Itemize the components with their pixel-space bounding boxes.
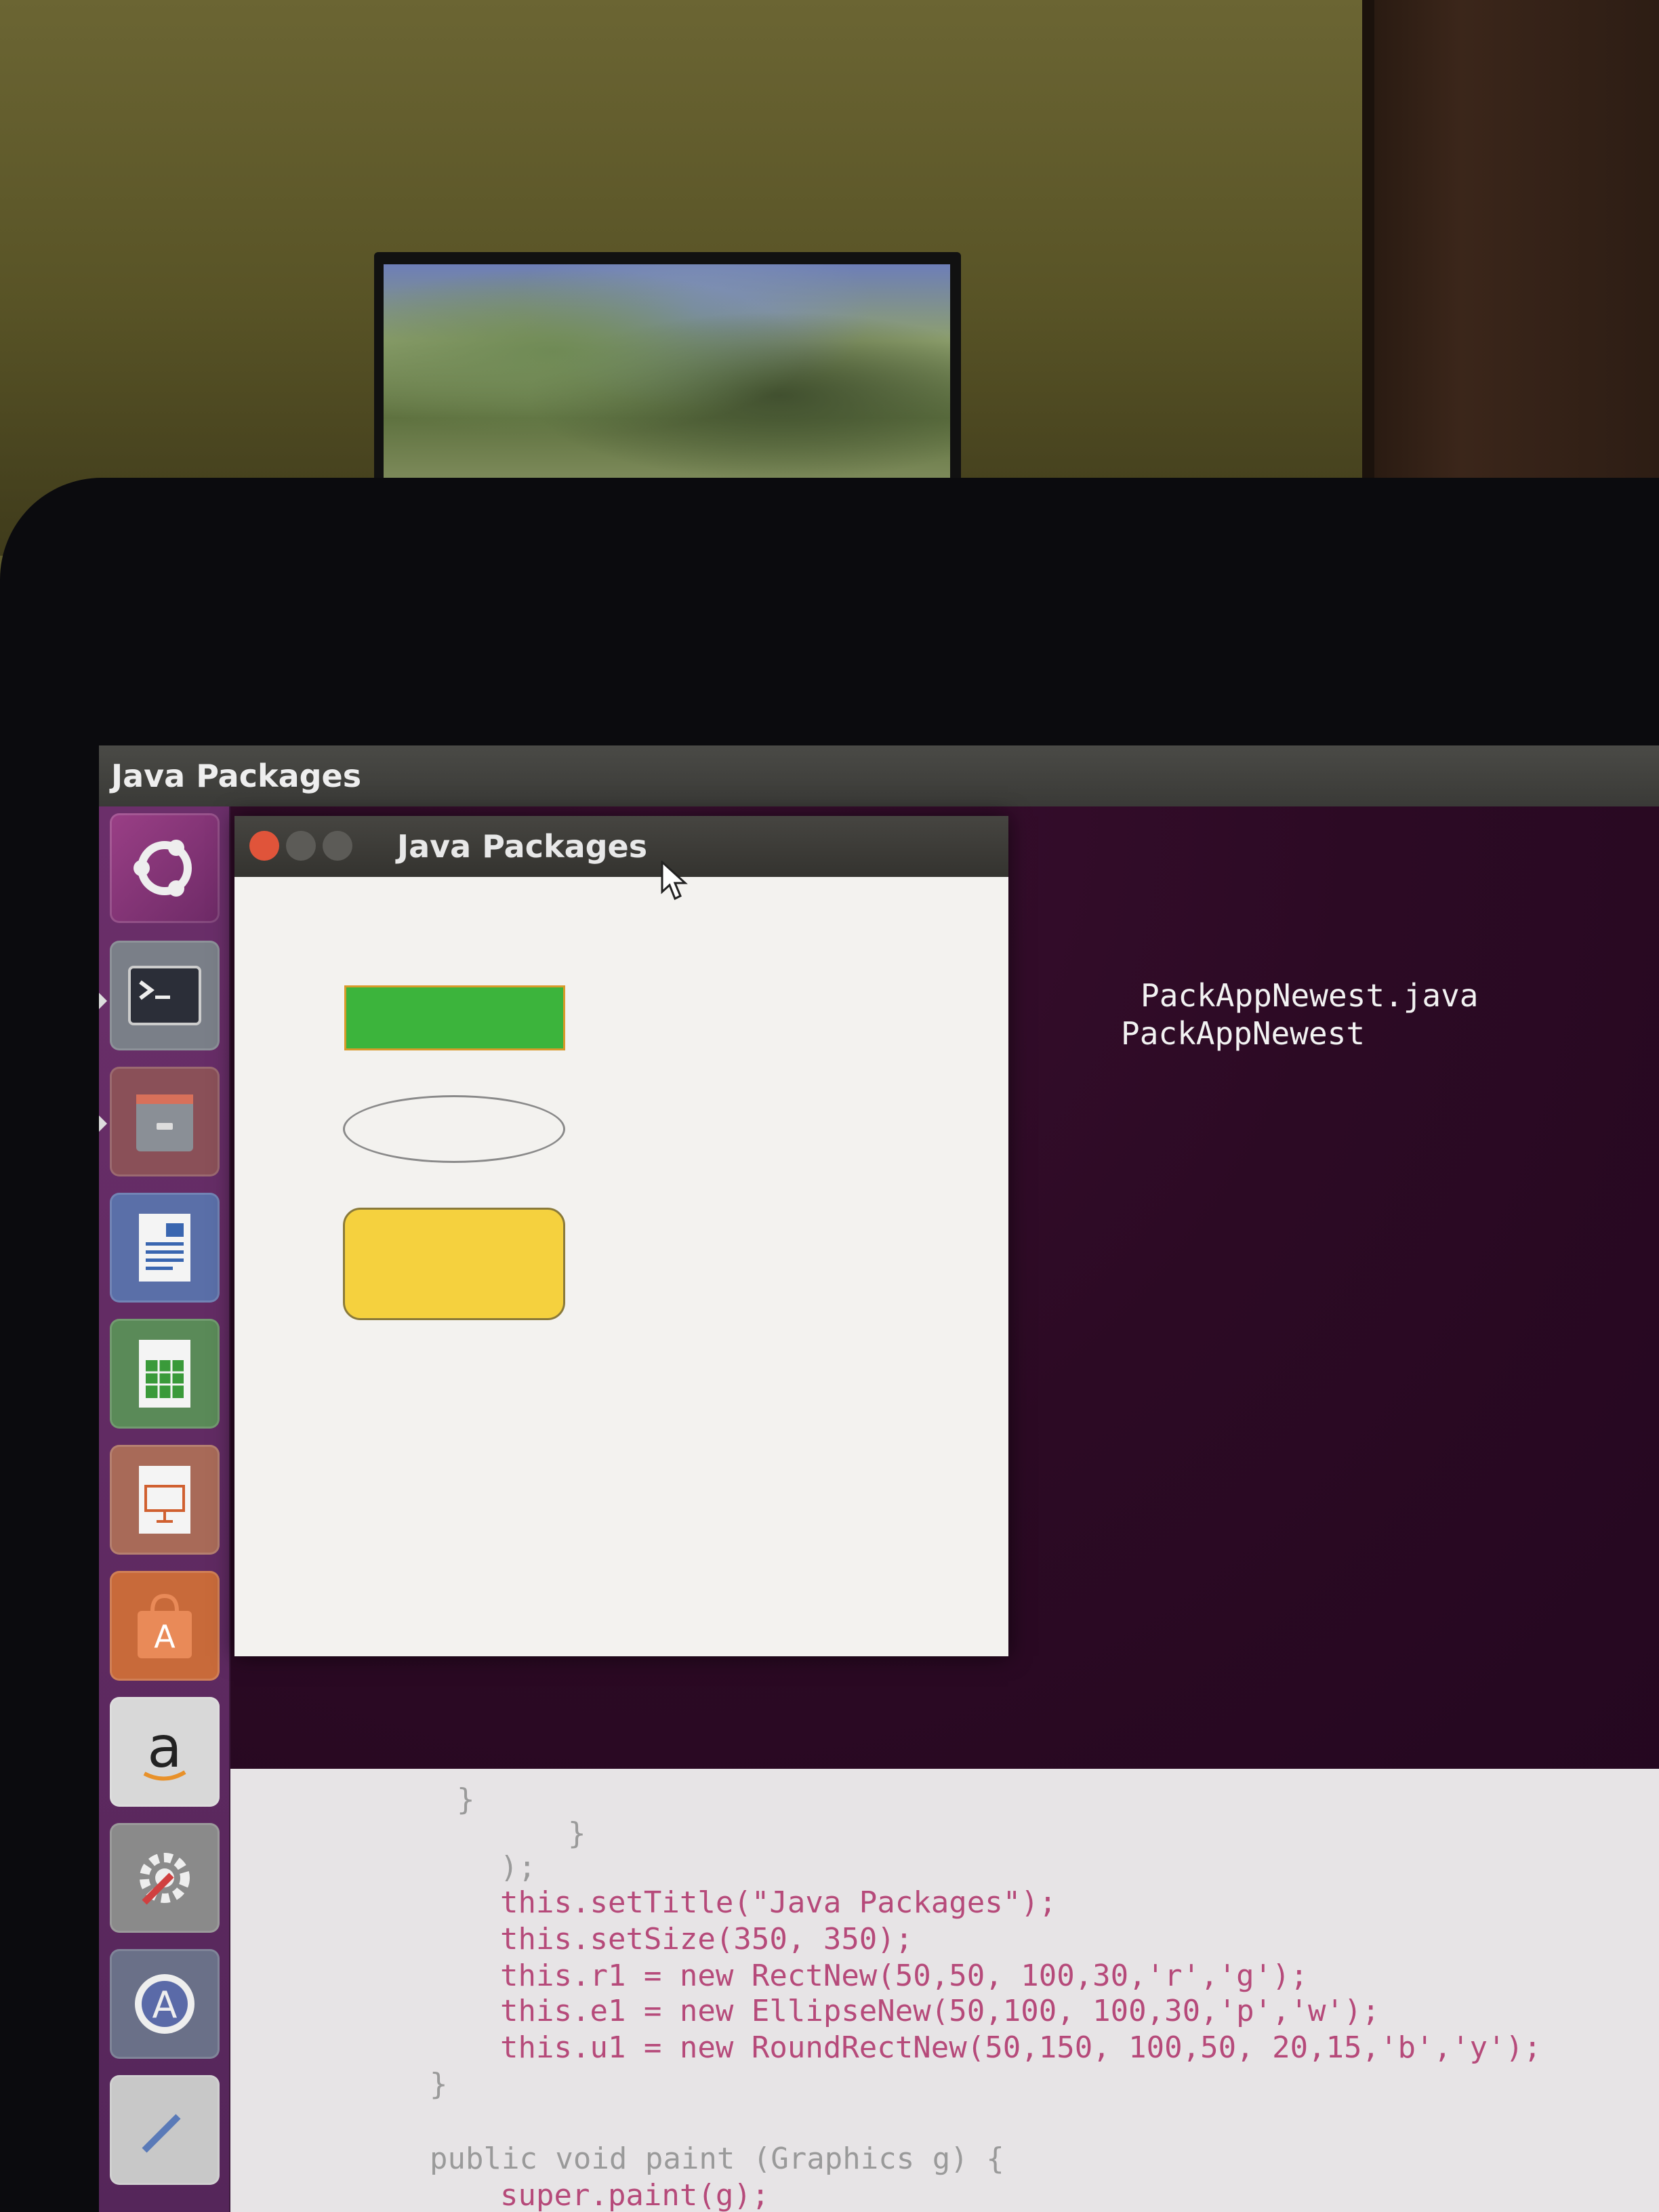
ubuntu-logo-icon <box>134 840 192 897</box>
presentation-icon <box>139 1466 190 1534</box>
running-app-indicator <box>99 1115 107 1132</box>
pencil-icon <box>142 2114 181 2153</box>
code-editor[interactable]: } } ); this.setTitle("Java Packages"); t… <box>229 1769 1659 2212</box>
writer-launcher-button[interactable] <box>110 1193 220 1303</box>
software-updater-button[interactable]: A <box>110 1949 220 2059</box>
java-window-titlebar[interactable]: Java Packages <box>234 816 1008 877</box>
background-tv <box>374 252 961 489</box>
code-line: } <box>430 2067 448 2102</box>
active-app-indicator <box>99 993 107 1009</box>
svg-text:A: A <box>154 1618 176 1655</box>
yellow-rounded-rectangle <box>343 1208 565 1320</box>
impress-launcher-button[interactable] <box>110 1445 220 1555</box>
code-line: this.e1 = new EllipseNew(50,100, 100,30,… <box>500 1994 1380 2028</box>
tv-screen <box>384 264 950 484</box>
terminal-launcher-button[interactable] <box>110 941 220 1050</box>
terminal-line: PackAppNewest <box>1121 1015 1366 1052</box>
updater-icon: A <box>135 1974 194 2034</box>
ubuntu-dash-button[interactable] <box>110 813 220 923</box>
code-line: } <box>457 1782 475 1817</box>
amazon-launcher-button[interactable]: a <box>110 1697 220 1807</box>
white-ellipse <box>343 1095 565 1163</box>
svg-text:a: a <box>147 1714 182 1780</box>
mouse-pointer-icon <box>661 861 688 901</box>
settings-gear-icon <box>140 1853 190 1905</box>
calc-launcher-button[interactable] <box>110 1319 220 1429</box>
wooden-door <box>1362 0 1659 515</box>
code-line: this.setSize(350, 350); <box>500 1922 914 1957</box>
shopping-bag-icon: A <box>138 1593 192 1658</box>
maximize-window-button[interactable] <box>323 831 352 861</box>
writer-document-icon <box>139 1214 190 1282</box>
terminal-icon <box>128 966 201 1025</box>
code-line: this.r1 = new RectNew(50,50, 100,30,'r',… <box>500 1959 1309 1993</box>
system-settings-button[interactable] <box>110 1823 220 1933</box>
unity-launcher: A a A <box>99 806 230 2212</box>
amazon-icon: a <box>143 1714 186 1781</box>
text-editor-button[interactable] <box>110 2075 220 2185</box>
software-center-button[interactable]: A <box>110 1571 220 1681</box>
code-line: public void paint (Graphics g) { <box>430 2142 1004 2176</box>
java-frame-window[interactable]: Java Packages <box>234 816 1008 1656</box>
code-line: super.paint(g); <box>500 2178 770 2212</box>
code-line: ); <box>500 1850 536 1885</box>
spreadsheet-icon <box>139 1340 190 1408</box>
green-rectangle <box>344 985 565 1050</box>
terminal-line: PackAppNewest.java <box>1141 977 1479 1014</box>
files-launcher-button[interactable] <box>110 1067 220 1176</box>
java-window-title: Java Packages <box>397 828 648 865</box>
code-line: this.setTitle("Java Packages"); <box>500 1885 1057 1920</box>
top-panel: Java Packages <box>99 745 1659 806</box>
file-cabinet-icon <box>136 1094 193 1151</box>
code-line: this.u1 = new RoundRectNew(50,150, 100,5… <box>500 2030 1542 2065</box>
top-panel-title: Java Packages <box>111 758 362 794</box>
minimize-window-button[interactable] <box>286 831 316 861</box>
close-window-button[interactable] <box>249 831 279 861</box>
svg-text:A: A <box>152 1984 178 2026</box>
java-drawing-canvas <box>234 877 1008 1656</box>
code-line: } <box>568 1816 586 1851</box>
